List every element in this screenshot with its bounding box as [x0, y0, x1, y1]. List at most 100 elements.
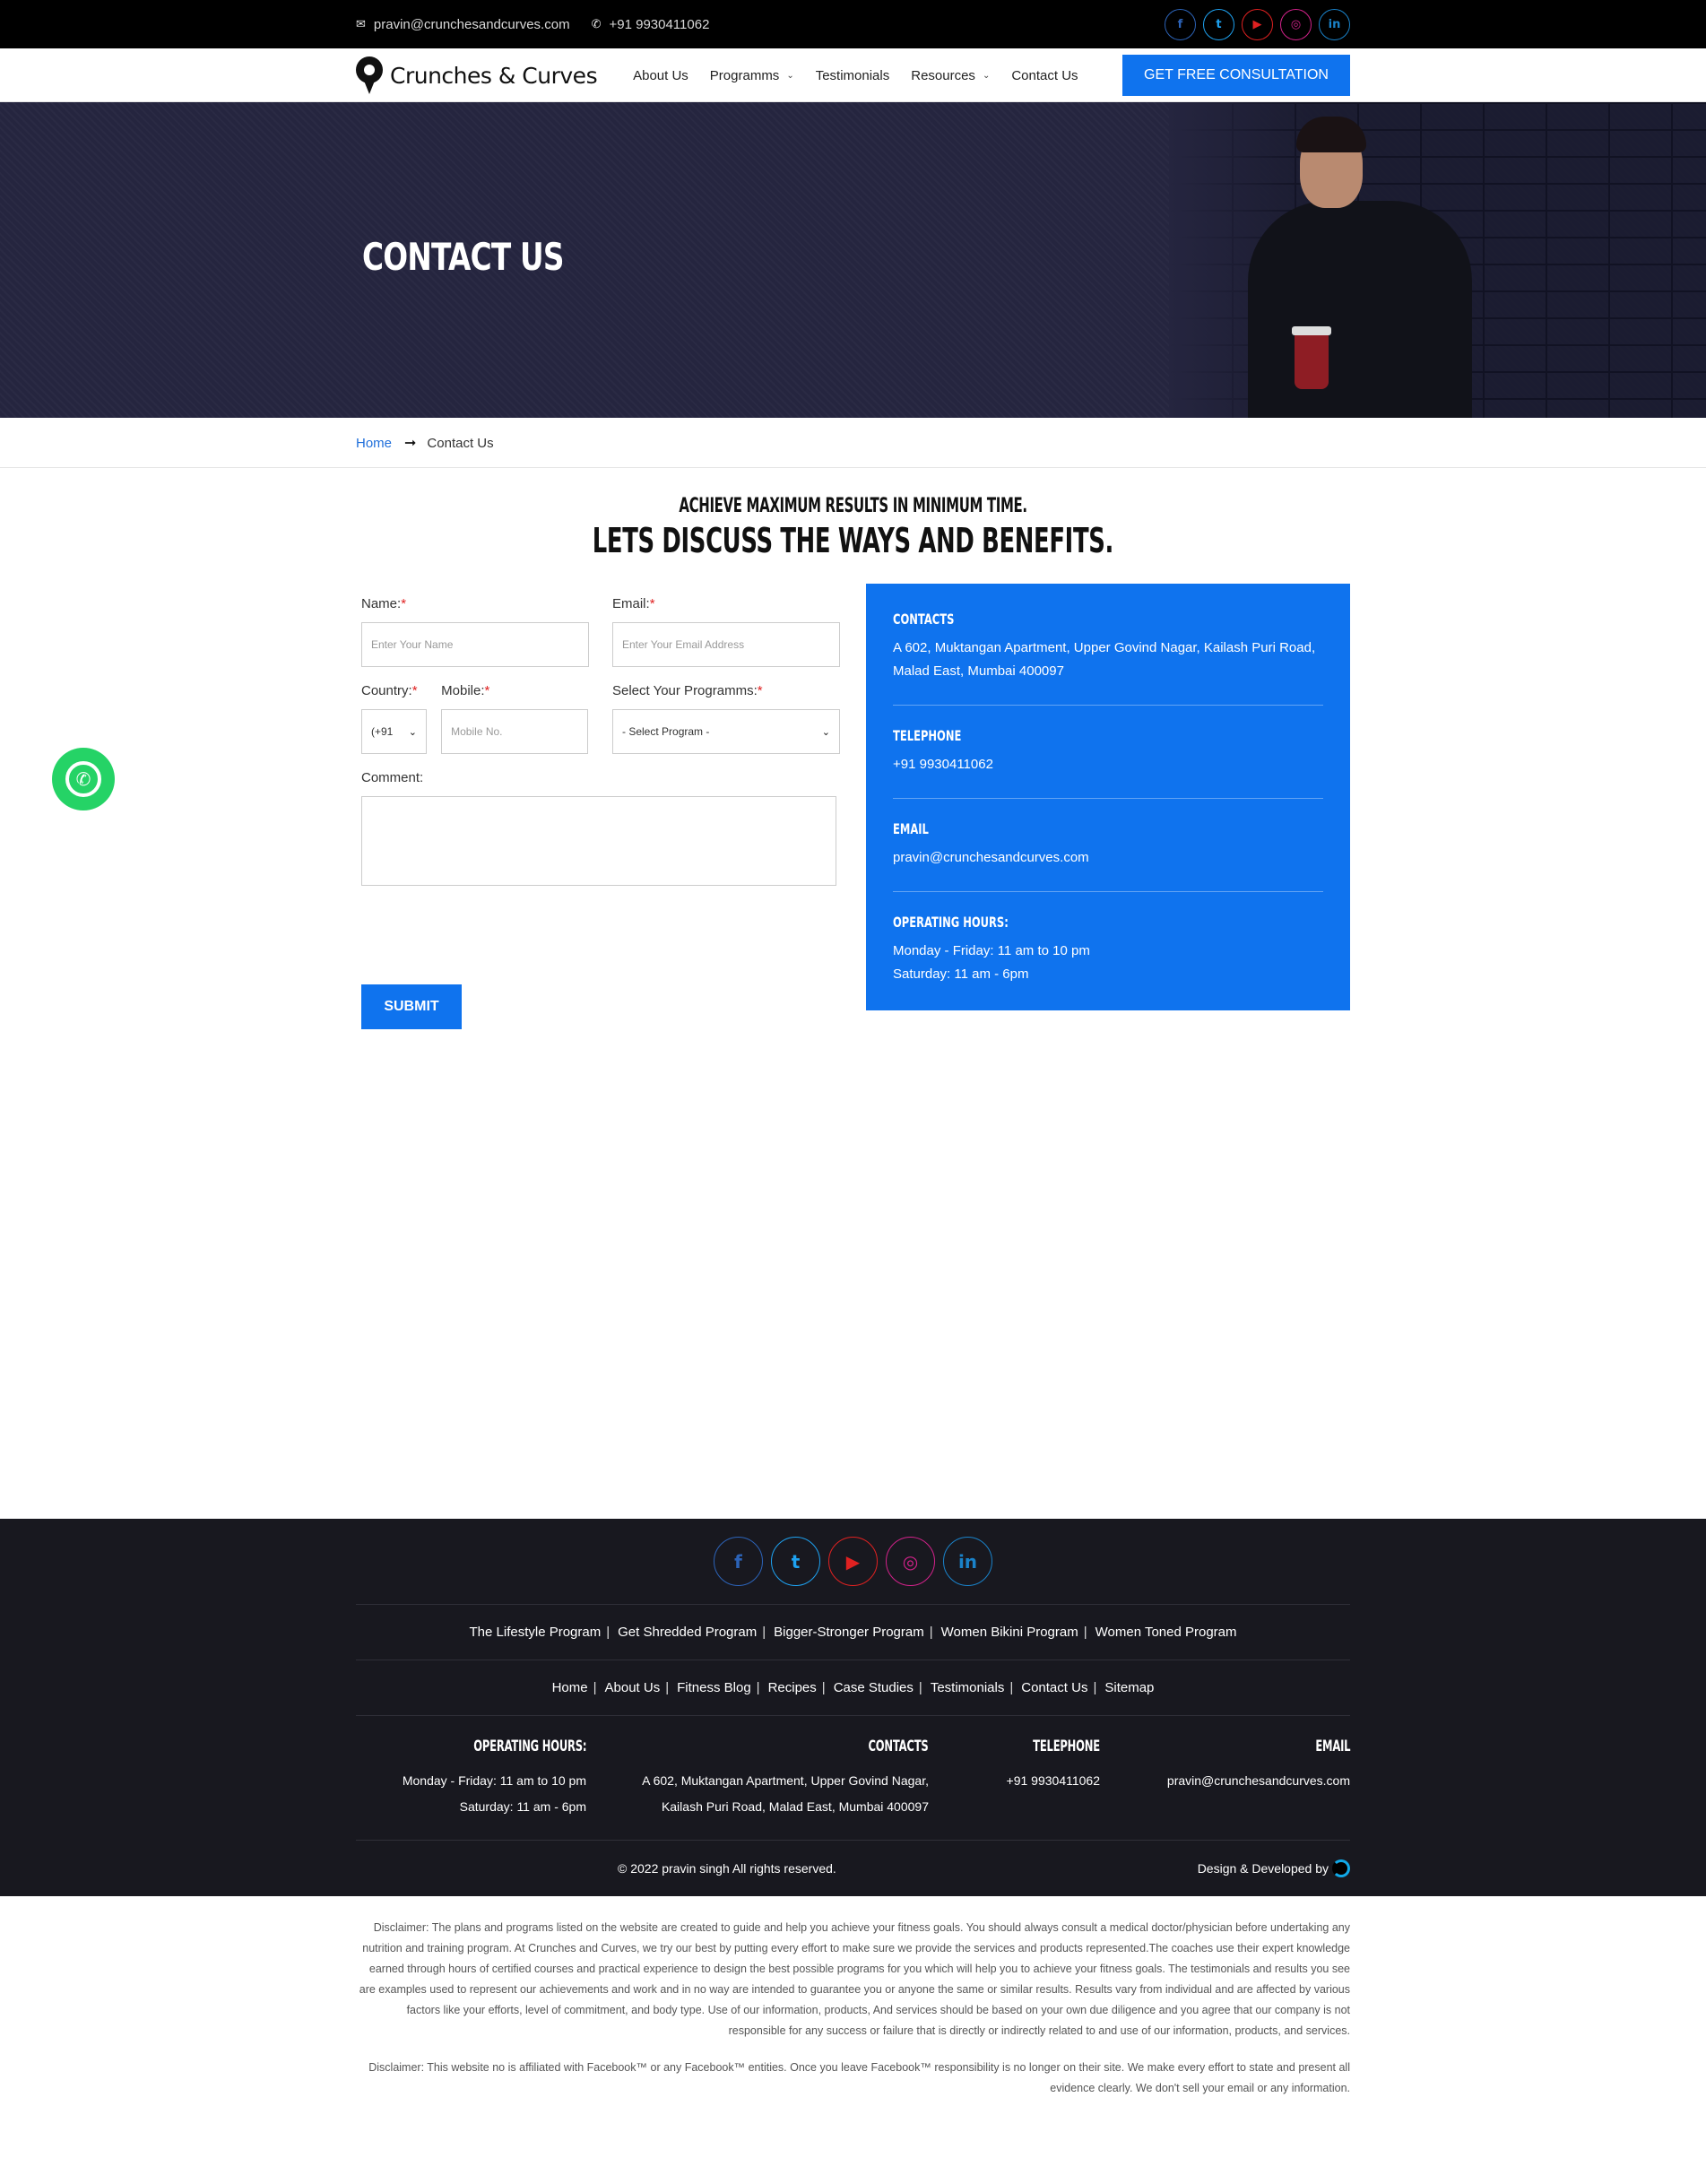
nav-item-testimonials[interactable]: Testimonials	[816, 68, 890, 83]
breadcrumb: Home ➞ Contact Us	[0, 418, 1706, 468]
footer-telephone-value[interactable]: +91 9930411062	[1007, 1768, 1100, 1794]
footer-link-blog[interactable]: Fitness Blog	[677, 1680, 751, 1695]
section-subtitle: ACHIEVE MAXIMUM RESULTS IN MINIMUM TIME.	[679, 495, 1027, 517]
footer-program-link[interactable]: Get Shredded Program	[618, 1625, 757, 1640]
country-code-value: (+91	[371, 725, 394, 738]
section-title: LETS DISCUSS THE WAYS AND BENEFITS.	[592, 521, 1114, 560]
linkedin-icon[interactable]: in	[943, 1537, 992, 1586]
footer-address-line2: Kailash Puri Road, Malad East, Mumbai 40…	[661, 1799, 929, 1814]
submit-button[interactable]: SUBMIT	[361, 984, 462, 1029]
whatsapp-button[interactable]: ✆	[52, 748, 115, 810]
location-pin-icon	[356, 56, 383, 94]
hero-banner: CONTACT US	[0, 102, 1706, 418]
footer-link-home[interactable]: Home	[552, 1680, 588, 1695]
footer-telephone-title: TELEPHONE	[1033, 1738, 1100, 1755]
hours-title: OPERATING HOURS:	[893, 914, 1009, 931]
country-label: Country:*	[361, 683, 441, 698]
email-value[interactable]: pravin@crunchesandcurves.com	[893, 846, 1323, 870]
comment-label: Comment:	[361, 770, 424, 785]
logo-text: Crunches & Curves	[390, 62, 598, 89]
required-mark: *	[649, 596, 655, 611]
instagram-icon[interactable]: ◎	[1280, 8, 1312, 40]
facebook-icon[interactable]: f	[714, 1537, 763, 1586]
name-label-text: Name:	[361, 596, 402, 611]
email-label: Email:*	[612, 596, 840, 611]
nav-item-label: Testimonials	[815, 67, 890, 83]
linkedin-icon[interactable]: in	[1319, 8, 1350, 40]
program-label-text: Select Your Programms:	[612, 683, 758, 698]
nav-item-resources[interactable]: Resources ⌄	[911, 68, 990, 83]
chevron-down-icon: ⌄	[408, 726, 417, 738]
developer-credit[interactable]: Design & Developed by	[1198, 1859, 1350, 1877]
footer-link-testimonials[interactable]: Testimonials	[931, 1680, 1005, 1695]
facebook-icon[interactable]: f	[1165, 8, 1196, 40]
arrow-right-icon: ➞	[404, 436, 417, 451]
nav-item-label: Contact Us	[1011, 67, 1078, 83]
twitter-icon[interactable]: t	[771, 1537, 820, 1586]
footer-link-case-studies[interactable]: Case Studies	[834, 1680, 914, 1695]
topbar-email-text: pravin@crunchesandcurves.com	[373, 16, 570, 32]
telephone-value[interactable]: +91 9930411062	[893, 753, 1323, 776]
mobile-label: Mobile:*	[441, 683, 612, 698]
nav-item-label: Resources	[911, 67, 975, 83]
name-label: Name:*	[361, 596, 594, 611]
site-footer: f t ▶ ◎ in The Lifestyle Program | Get Sh…	[0, 1519, 1706, 1896]
footer-program-link[interactable]: Women Bikini Program	[941, 1625, 1078, 1640]
required-mark: *	[411, 683, 418, 698]
phone-icon: ✆	[591, 17, 602, 30]
topbar-phone[interactable]: ✆ +91 9930411062	[592, 17, 710, 32]
comment-textarea[interactable]	[361, 796, 836, 886]
footer-hours-title: OPERATING HOURS:	[472, 1738, 586, 1755]
chevron-down-icon: ⌄	[821, 726, 830, 738]
nav-item-contact-us[interactable]: Contact Us	[1011, 68, 1078, 83]
envelope-icon: ✉	[356, 17, 366, 30]
footer-link-recipes[interactable]: Recipes	[768, 1680, 817, 1695]
topbar-social-links: f t ▶ ◎ in	[1165, 8, 1350, 40]
nav-item-programms[interactable]: Programms ⌄	[710, 68, 794, 83]
page-title: CONTACT US	[362, 235, 564, 279]
country-code-select[interactable]: (+91 ⌄	[361, 709, 427, 754]
developer-logo-icon	[1332, 1859, 1350, 1877]
footer-link-about[interactable]: About Us	[605, 1680, 661, 1695]
contacts-title: CONTACTS	[893, 611, 955, 628]
nav-item-about-us[interactable]: About Us	[633, 68, 688, 83]
footer-email-title: EMAIL	[1314, 1738, 1350, 1755]
twitter-icon[interactable]: t	[1203, 8, 1234, 40]
nav-item-label: About Us	[633, 67, 688, 83]
email-field[interactable]: Enter Your Email Address	[612, 622, 840, 667]
footer-page-links: Home | About Us | Fitness Blog | Recipes | C…	[356, 1660, 1350, 1716]
footer-link-contact[interactable]: Contact Us	[1021, 1680, 1087, 1695]
breadcrumb-current: Contact Us	[427, 435, 494, 451]
country-label-text: Country:	[361, 683, 412, 698]
telephone-title: TELEPHONE	[893, 727, 962, 744]
footer-social-links: f t ▶ ◎ in	[356, 1537, 1350, 1605]
footer-program-link[interactable]: The Lifestyle Program	[470, 1625, 602, 1640]
footer-program-link[interactable]: Women Toned Program	[1095, 1625, 1237, 1640]
youtube-icon[interactable]: ▶	[1242, 8, 1273, 40]
site-logo[interactable]: Crunches & Curves	[356, 56, 598, 94]
developer-credit-text: Design & Developed by	[1197, 1861, 1329, 1876]
copyright-text: © 2022 pravin singh All rights reserved.	[618, 1861, 836, 1876]
required-mark: *	[484, 683, 490, 698]
footer-bottom-bar: © 2022 pravin singh All rights reserved.…	[356, 1841, 1350, 1896]
footer-email: EMAIL pravin@crunchesandcurves.com	[1100, 1738, 1350, 1820]
instagram-icon[interactable]: ◎	[886, 1537, 935, 1586]
topbar-email[interactable]: ✉ pravin@crunchesandcurves.com	[356, 17, 570, 32]
free-consultation-button[interactable]: GET FREE CONSULTATION	[1122, 55, 1350, 96]
chevron-down-icon: ⌄	[982, 70, 991, 81]
section-heading: ACHIEVE MAXIMUM RESULTS IN MINIMUM TIME.…	[356, 468, 1350, 560]
breadcrumb-home-link[interactable]: Home	[356, 436, 392, 451]
email-label-text: Email:	[612, 596, 650, 611]
footer-program-link[interactable]: Bigger-Stronger Program	[774, 1625, 924, 1640]
name-field[interactable]: Enter Your Name	[361, 622, 589, 667]
youtube-icon[interactable]: ▶	[828, 1537, 878, 1586]
mobile-field[interactable]: Mobile No.	[441, 709, 589, 754]
footer-link-sitemap[interactable]: Sitemap	[1104, 1680, 1154, 1695]
footer-email-value[interactable]: pravin@crunchesandcurves.com	[1167, 1768, 1350, 1794]
program-select[interactable]: - Select Program - ⌄	[612, 709, 840, 754]
disclaimer-text: Disclaimer: The plans and programs liste…	[359, 1921, 1350, 2037]
footer-hours-saturday: Saturday: 11 am - 6pm	[459, 1799, 586, 1814]
required-mark: *	[401, 596, 407, 611]
contact-info-box: CONTACTS A 602, Muktangan Apartment, Upp…	[866, 584, 1350, 1010]
trainer-photo	[1248, 102, 1472, 418]
